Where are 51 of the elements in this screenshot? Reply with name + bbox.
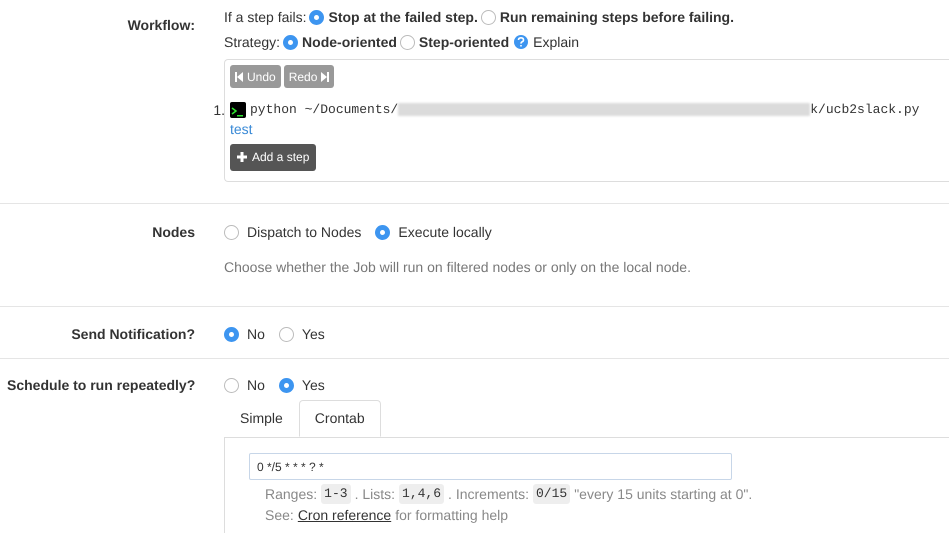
radio-button[interactable] <box>224 327 239 342</box>
radio-button[interactable] <box>278 327 294 342</box>
skip-forward-icon <box>321 72 330 82</box>
step-description[interactable]: test <box>230 120 920 138</box>
help-text: . Lists: <box>354 485 396 504</box>
skip-back-icon <box>235 72 243 82</box>
radio-label[interactable]: Stop at the failed step. <box>328 6 478 28</box>
radio-label[interactable]: Yes <box>302 375 325 396</box>
radio-button[interactable] <box>283 34 298 50</box>
radio-label[interactable]: Run remaining steps before failing. <box>500 6 734 28</box>
add-step-button[interactable]: Add a step <box>230 144 316 170</box>
help-text: . Increments: <box>448 485 529 504</box>
code-snippet: 0/15 <box>532 484 570 504</box>
radio-button[interactable] <box>224 225 239 240</box>
radio-label[interactable]: Step-oriented <box>418 32 510 52</box>
radio-button[interactable] <box>400 34 415 50</box>
help-text: Choose whether the Job will run on filtered nodes or only on the local node. <box>224 258 692 277</box>
radio-label[interactable]: Node-oriented <box>302 32 397 52</box>
help-icon[interactable] <box>514 35 528 49</box>
tab[interactable]: Crontab <box>298 400 381 437</box>
field-label: Send Notification? <box>71 326 195 342</box>
radio-label[interactable]: Dispatch to Nodes <box>247 222 362 243</box>
command-text: python ~/Documents/ <box>250 101 398 119</box>
command-text: k/ucb2slack.py <box>810 101 920 119</box>
help-text: Ranges: <box>265 485 318 504</box>
step-number: 1. <box>213 101 225 120</box>
explain-link[interactable]: Explain <box>533 32 580 52</box>
prompt-text: If a step fails: <box>224 8 306 27</box>
prompt-text: Strategy: <box>224 32 280 52</box>
radio-button[interactable] <box>224 378 239 393</box>
field-label: Nodes <box>152 224 195 240</box>
radio-button[interactable] <box>309 10 324 24</box>
radio-label[interactable]: No <box>247 375 265 396</box>
radio-button[interactable] <box>480 10 496 24</box>
terminal-icon <box>230 102 246 118</box>
plus-icon <box>237 152 247 162</box>
radio-label[interactable]: No <box>247 324 265 345</box>
help-text: See: <box>265 506 294 525</box>
help-text: "every 15 units starting at 0". <box>574 485 752 504</box>
code-snippet: 1-3 <box>321 484 351 504</box>
radio-label[interactable]: Yes <box>302 324 325 345</box>
crontab-field[interactable]: 0 */5 * * * ? * <box>249 453 732 480</box>
cron-reference-link[interactable]: Cron reference <box>298 505 392 525</box>
radio-label[interactable]: Execute locally <box>398 222 492 243</box>
help-text: for formatting help <box>395 506 508 525</box>
tab[interactable]: Simple <box>224 400 299 437</box>
field-label: Schedule to run repeatedly? <box>7 377 196 393</box>
radio-button[interactable] <box>375 225 390 240</box>
radio-button[interactable] <box>278 378 294 393</box>
code-snippet: 1,4,6 <box>399 484 444 504</box>
field-label: Workflow: <box>128 17 195 33</box>
